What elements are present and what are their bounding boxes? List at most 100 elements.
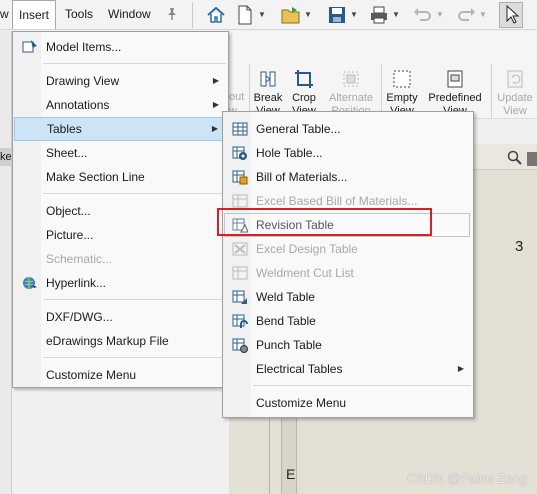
menu-item-annotations[interactable]: Annotations ▶ (14, 93, 227, 117)
menu-insert[interactable]: Insert (12, 0, 56, 29)
update-view-button[interactable]: Update View (495, 68, 535, 118)
redo-icon[interactable] (455, 4, 477, 26)
insert-menu: Model Items... Drawing View ▶ Annotations… (12, 31, 229, 388)
menu-item-label: Make Section Line (46, 170, 145, 184)
submenu-arrow-icon: ▶ (211, 124, 218, 133)
chevron-down-icon[interactable]: ▼ (304, 4, 314, 26)
menu-item-bend-table[interactable]: Bend Table (224, 309, 472, 333)
zoom-icon[interactable] (507, 150, 523, 169)
menu-item-tables[interactable]: Tables ▶ (14, 117, 227, 141)
menu-item-edrawings-markup[interactable]: eDrawings Markup File (14, 329, 227, 353)
chevron-down-icon[interactable]: ▼ (479, 4, 489, 26)
menu-item-weldment-cut-list[interactable]: Weldment Cut List (224, 261, 472, 285)
open-folder-icon[interactable] (280, 4, 302, 26)
menu-item-label: Sheet... (46, 146, 88, 160)
menu-item-bill-of-materials[interactable]: Bill of Materials... (224, 165, 472, 189)
alternate-position-icon (343, 71, 359, 87)
menu-item-label: Customize Menu (46, 368, 137, 382)
undo-icon[interactable] (412, 4, 434, 26)
menu-item-label: Hyperlink... (46, 276, 107, 290)
menubar-item-partial[interactable]: w (0, 0, 10, 29)
excel-bom-icon (232, 194, 248, 208)
menu-item-make-section-line[interactable]: Make Section Line (14, 165, 227, 189)
menu-item-label: Picture... (46, 228, 94, 242)
menu-item-label: Customize Menu (256, 396, 347, 410)
bom-icon (232, 170, 248, 185)
menu-item-schematic[interactable]: Schematic... (14, 247, 227, 271)
new-document-icon[interactable] (234, 4, 256, 26)
chevron-down-icon[interactable]: ▼ (436, 4, 446, 26)
menu-item-label: Model Items... (46, 40, 122, 54)
menu-item-general-table[interactable]: General Table... (224, 117, 472, 141)
menu-item-dxf-dwg[interactable]: DXF/DWG... (14, 305, 227, 329)
punch-table-icon (232, 338, 248, 353)
model-items-icon (22, 40, 37, 53)
menu-window[interactable]: Window (108, 0, 151, 29)
menu-item-excel-design-table[interactable]: Excel Design Table (224, 237, 472, 261)
menu-item-label: Drawing View (46, 74, 120, 88)
annotation-highlight-box (217, 208, 432, 236)
menu-item-object[interactable]: Object... (14, 199, 227, 223)
bend-table-icon (232, 314, 248, 328)
print-icon[interactable] (368, 4, 390, 26)
menu-item-sheet[interactable]: Sheet... (14, 141, 227, 165)
update-view-label: Update View (497, 92, 533, 117)
predefined-view-icon (447, 70, 463, 88)
weldment-cut-list-icon (232, 266, 248, 280)
menu-item-label: Weld Table (256, 290, 315, 304)
ribbon-partial-label: out (229, 91, 245, 103)
menu-item-picture[interactable]: Picture... (14, 223, 227, 247)
menu-item-label: Annotations (46, 98, 110, 112)
menu-item-drawing-view[interactable]: Drawing View ▶ (14, 69, 227, 93)
left-pane (0, 31, 12, 494)
weld-table-icon (232, 290, 247, 304)
menu-item-label: Weldment Cut List (256, 266, 354, 280)
menu-item-label: Excel Design Table (256, 242, 358, 256)
menu-item-customize-menu[interactable]: Customize Menu (14, 363, 227, 387)
view-orientation-icon[interactable] (527, 152, 537, 166)
submenu-arrow-icon: ▶ (212, 100, 219, 109)
zone-letter: E (286, 466, 296, 482)
sheet-tab[interactable]: ke (0, 148, 12, 166)
general-table-icon (232, 122, 248, 136)
menu-item-label: Excel Based Bill of Materials... (256, 194, 418, 208)
menu-item-label: General Table... (256, 122, 341, 136)
menu-item-label: eDrawings Markup File (46, 334, 169, 348)
hole-table-icon (232, 146, 247, 160)
menu-item-hyperlink[interactable]: Hyperlink... (14, 271, 227, 295)
menu-tools[interactable]: Tools (65, 0, 93, 29)
tables-submenu: General Table... Hole Table... Bill of M… (222, 111, 474, 418)
empty-view-icon (393, 70, 411, 88)
hyperlink-icon (23, 277, 37, 289)
menu-item-label: DXF/DWG... (46, 310, 113, 324)
menu-item-label: Schematic... (46, 252, 113, 266)
submenu-arrow-icon: ▶ (457, 364, 464, 373)
watermark: CSDN @Paine Zeng (406, 471, 527, 486)
menu-item-label: Bill of Materials... (256, 170, 348, 184)
zone-number: 3 (515, 238, 524, 255)
update-view-icon (507, 70, 523, 88)
select-pointer-icon[interactable] (499, 2, 523, 28)
menu-item-customize-menu[interactable]: Customize Menu (224, 391, 472, 415)
menu-item-hole-table[interactable]: Hole Table... (224, 141, 472, 165)
menu-item-punch-table[interactable]: Punch Table (224, 333, 472, 357)
menu-item-label: Hole Table... (256, 146, 323, 160)
chevron-down-icon[interactable]: ▼ (258, 4, 268, 26)
pin-icon[interactable] (166, 7, 178, 24)
chevron-down-icon[interactable]: ▼ (350, 4, 360, 26)
crop-view-icon (295, 70, 313, 88)
menu-item-weld-table[interactable]: Weld Table (224, 285, 472, 309)
menu-bar: w Insert Tools Window ▼ ▼ ▼ ▼ ▼ ▼ (0, 0, 537, 30)
chevron-down-icon[interactable]: ▼ (392, 4, 402, 26)
menu-item-label: Bend Table (256, 314, 316, 328)
menu-item-label: Electrical Tables (256, 362, 343, 376)
excel-design-table-icon (232, 242, 248, 256)
save-icon[interactable] (326, 4, 348, 26)
menu-item-label: Punch Table (256, 338, 322, 352)
break-view-icon (260, 71, 276, 87)
home-icon[interactable] (205, 4, 227, 26)
menu-item-model-items[interactable]: Model Items... (14, 35, 227, 59)
menu-item-label: Object... (46, 204, 91, 218)
menu-item-electrical-tables[interactable]: Electrical Tables ▶ (224, 357, 472, 381)
menu-item-label: Tables (47, 122, 82, 136)
